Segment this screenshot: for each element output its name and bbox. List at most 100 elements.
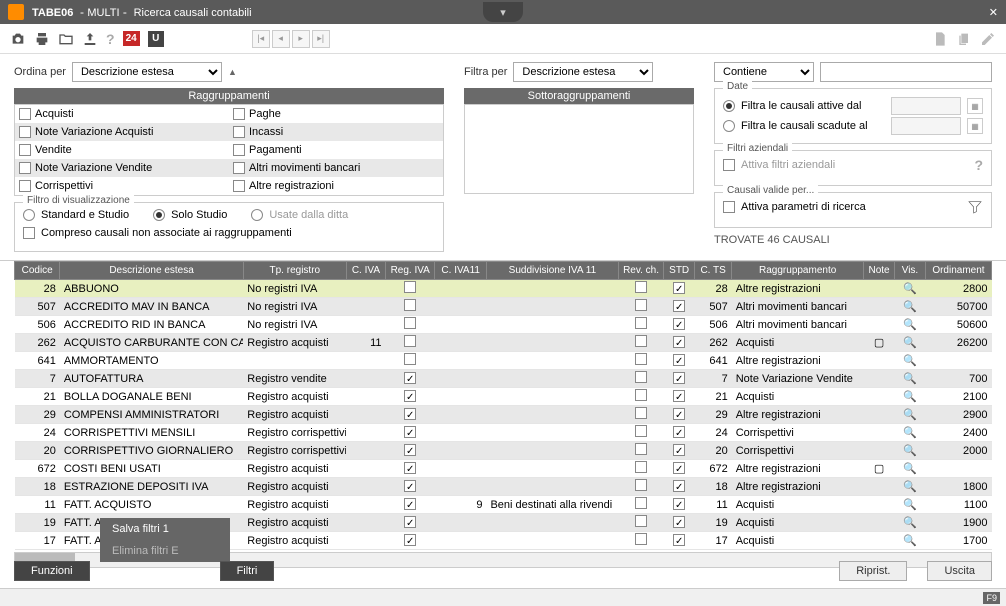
radio-usate[interactable] [251, 209, 263, 221]
cell-checkbox[interactable] [404, 426, 416, 438]
magnifier-icon[interactable]: 🔍 [903, 391, 917, 403]
cell-checkbox[interactable] [635, 335, 647, 347]
camera-icon[interactable] [10, 31, 26, 47]
menu-save-filters[interactable]: Salva filtri 1 [100, 518, 230, 540]
pdf-icon[interactable] [932, 31, 948, 47]
cell-checkbox[interactable] [404, 335, 416, 347]
magnifier-icon[interactable]: 🔍 [903, 301, 917, 313]
column-header[interactable]: Raggruppamento [732, 262, 864, 280]
cell-checkbox[interactable] [635, 299, 647, 311]
magnifier-icon[interactable]: 🔍 [903, 481, 917, 493]
cell-checkbox[interactable] [673, 354, 685, 366]
filtra-select[interactable]: Descrizione estesa [513, 62, 653, 82]
cell-checkbox[interactable] [635, 281, 647, 293]
gruppo-item[interactable]: Corrispettivi [15, 177, 229, 195]
gruppo-item[interactable]: Altre registrazioni [229, 177, 443, 195]
column-header[interactable]: Ordinament [925, 262, 991, 280]
cell-checkbox[interactable] [404, 372, 416, 384]
close-icon[interactable]: ✕ [989, 6, 998, 19]
cell-checkbox[interactable] [635, 497, 647, 509]
cell-checkbox[interactable] [635, 515, 647, 527]
calendar-icon-2[interactable]: ▦ [967, 118, 983, 134]
table-row[interactable]: 29 COMPENSI AMMINISTRATORI Registro acqu… [15, 406, 992, 424]
column-header[interactable]: Rev. ch. [618, 262, 663, 280]
filter-value-input[interactable] [820, 62, 992, 82]
magnifier-icon[interactable]: 🔍 [903, 463, 917, 475]
table-row[interactable]: 7 AUTOFATTURA Registro vendite 7 Note Va… [15, 370, 992, 388]
cell-checkbox[interactable] [404, 480, 416, 492]
u-button[interactable]: U [148, 31, 164, 47]
gruppo-checkbox[interactable] [233, 126, 245, 138]
radio-solo-studio[interactable] [153, 209, 165, 221]
gruppo-checkbox[interactable] [19, 108, 31, 120]
cell-checkbox[interactable] [635, 407, 647, 419]
funnel-icon[interactable] [967, 199, 983, 215]
table-row[interactable]: 507 ACCREDITO MAV IN BANCA No registri I… [15, 298, 992, 316]
column-header[interactable]: Note [864, 262, 895, 280]
column-header[interactable]: Reg. IVA [385, 262, 434, 280]
gruppo-checkbox[interactable] [233, 144, 245, 156]
gruppo-checkbox[interactable] [19, 162, 31, 174]
dropdown-tab-icon[interactable]: ▾ [483, 2, 523, 22]
magnifier-icon[interactable]: 🔍 [903, 319, 917, 331]
gruppo-checkbox[interactable] [19, 126, 31, 138]
table-row[interactable]: 262 ACQUISTO CARBURANTE CON CA Registro … [15, 334, 992, 352]
cell-checkbox[interactable] [673, 408, 685, 420]
magnifier-icon[interactable]: 🔍 [903, 499, 917, 511]
magnifier-icon[interactable]: 🔍 [903, 283, 917, 295]
gruppo-checkbox[interactable] [233, 108, 245, 120]
table-row[interactable]: 641 AMMORTAMENTO 641 Altre registrazioni… [15, 352, 992, 370]
column-header[interactable]: Codice [15, 262, 60, 280]
column-header[interactable]: Suddivisione IVA 11 [486, 262, 618, 280]
table-row[interactable]: 11 FATT. ACQUISTO Registro acquisti 9 Be… [15, 496, 992, 514]
cell-checkbox[interactable] [404, 299, 416, 311]
chk-compreso[interactable] [23, 227, 35, 239]
nav-first-icon[interactable]: |◂ [252, 30, 270, 48]
cell-checkbox[interactable] [673, 534, 685, 546]
gruppo-checkbox[interactable] [233, 180, 245, 192]
help-icon[interactable]: ? [106, 31, 115, 47]
edit-icon[interactable] [980, 31, 996, 47]
uscita-button[interactable]: Uscita [927, 561, 992, 581]
date-scadute-input[interactable] [891, 117, 961, 135]
gruppo-item[interactable]: Note Variazione Acquisti [15, 123, 229, 141]
column-header[interactable]: Vis. [895, 262, 926, 280]
table-row[interactable]: 28 ABBUONO No registri IVA 28 Altre regi… [15, 280, 992, 298]
cell-checkbox[interactable] [404, 390, 416, 402]
magnifier-icon[interactable]: 🔍 [903, 409, 917, 421]
gruppo-item[interactable]: Vendite [15, 141, 229, 159]
note-icon[interactable]: ▢ [874, 463, 884, 475]
column-header[interactable]: Descrizione estesa [60, 262, 243, 280]
upload-icon[interactable] [82, 31, 98, 47]
riprist-button[interactable]: Riprist. [839, 561, 907, 581]
cell-checkbox[interactable] [635, 479, 647, 491]
cell-checkbox[interactable] [404, 317, 416, 329]
cell-checkbox[interactable] [673, 498, 685, 510]
print-icon[interactable] [34, 31, 50, 47]
copy-icon[interactable] [956, 31, 972, 47]
table-row[interactable]: 24 CORRISPETTIVI MENSILI Registro corris… [15, 424, 992, 442]
magnifier-icon[interactable]: 🔍 [903, 427, 917, 439]
cell-checkbox[interactable] [673, 300, 685, 312]
note-icon[interactable]: ▢ [874, 337, 884, 349]
magnifier-icon[interactable]: 🔍 [903, 373, 917, 385]
gruppo-item[interactable]: Note Variazione Vendite [15, 159, 229, 177]
magnifier-icon[interactable]: 🔍 [903, 535, 917, 547]
calendar-icon[interactable]: ▦ [967, 98, 983, 114]
sort-up-icon[interactable]: ▲ [228, 67, 237, 77]
cell-checkbox[interactable] [673, 336, 685, 348]
gruppo-item[interactable]: Paghe [229, 105, 443, 123]
cell-checkbox[interactable] [673, 444, 685, 456]
cell-checkbox[interactable] [404, 281, 416, 293]
column-header[interactable]: C. TS [695, 262, 732, 280]
gruppo-item[interactable]: Pagamenti [229, 141, 443, 159]
radio-attive[interactable] [723, 100, 735, 112]
funzioni-button[interactable]: Funzioni [14, 561, 90, 581]
magnifier-icon[interactable]: 🔍 [903, 337, 917, 349]
filtri-button[interactable]: Filtri [220, 561, 275, 581]
nav-prev-icon[interactable]: ◂ [272, 30, 290, 48]
cell-checkbox[interactable] [635, 317, 647, 329]
gruppo-checkbox[interactable] [19, 144, 31, 156]
cell-checkbox[interactable] [635, 389, 647, 401]
chk-valide[interactable] [723, 201, 735, 213]
